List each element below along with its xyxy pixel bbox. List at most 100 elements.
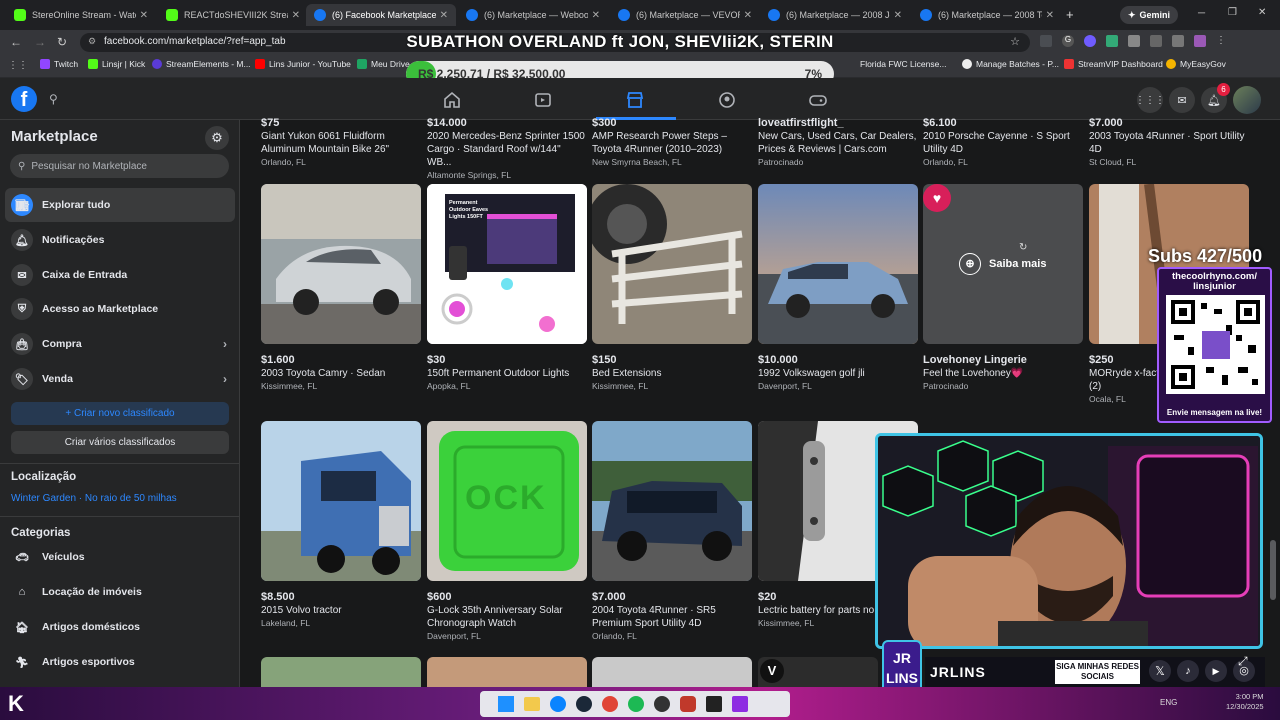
extension-icon[interactable]: [1084, 35, 1096, 47]
back-icon[interactable]: ←: [10, 35, 22, 49]
restore-icon[interactable]: ❐: [1228, 7, 1237, 18]
sponsored-card[interactable]: loveatfirstflight_ New Cars, Used Cars, C…: [758, 116, 918, 168]
bookmark-item[interactable]: Meu Drive: [357, 59, 410, 69]
menu-grid-icon[interactable]: ⋮⋮⋮: [1135, 87, 1165, 113]
listing-image[interactable]: [427, 657, 587, 687]
sidebar-item-notifications[interactable]: 🔔︎ Notificações: [5, 223, 235, 257]
category-home-goods[interactable]: 🏠︎ Artigos domésticos: [5, 610, 235, 644]
bookmark-item[interactable]: StreamElements - M...: [152, 59, 251, 69]
browser-tab[interactable]: StereOnline Stream - Watch l ✕: [6, 4, 156, 26]
sidebar-item-buying[interactable]: 👜︎ Compra ›: [5, 327, 235, 361]
video-icon[interactable]: [533, 90, 553, 110]
listing-image[interactable]: [261, 657, 421, 687]
marketplace-search-input[interactable]: ⚲ Pesquisar no Marketplace: [10, 154, 229, 178]
category-sporting-goods[interactable]: 🏃︎ Artigos esportivos: [5, 645, 235, 679]
browser-tab[interactable]: (6) Marketplace — VEVOR ai ✕: [610, 4, 760, 26]
scrollbar-thumb[interactable]: [1270, 540, 1276, 600]
location-filter-link[interactable]: Winter Garden · No raio de 50 milhas: [11, 493, 177, 504]
settings-gear-icon[interactable]: ⚙: [205, 126, 229, 150]
browser-tab[interactable]: REACTdoSHEVIII2K Stream - ✕: [158, 4, 308, 26]
listing-card[interactable]: $6.100 2010 Porsche Cayenne · S Sport Uti…: [923, 116, 1083, 168]
listing-card[interactable]: $8.500 2015 Volvo tractor Lakeland, FL: [261, 421, 421, 629]
close-icon[interactable]: ✕: [592, 10, 600, 21]
language-indicator[interactable]: ENG: [1160, 698, 1177, 707]
extension-icon[interactable]: [1040, 35, 1052, 47]
sidebar-item-explore[interactable]: 🏬︎ Explorar tudo: [5, 188, 235, 222]
close-icon[interactable]: ✕: [1046, 10, 1054, 21]
menu-dots-icon[interactable]: ⋮: [1216, 35, 1228, 47]
listing-card[interactable]: Permanent Outdoor Eaves Lights 150FT $30…: [427, 184, 587, 392]
home-icon[interactable]: [442, 90, 462, 110]
site-info-icon[interactable]: ⚙: [88, 36, 96, 47]
category-vehicles[interactable]: 🚗︎ Veículos: [5, 540, 235, 574]
category-rentals[interactable]: ⌂ Locação de imóveis: [5, 575, 235, 609]
groups-icon[interactable]: [717, 90, 737, 110]
popout-icon[interactable]: ⤢: [1238, 654, 1248, 669]
bookmark-item[interactable]: Manage Batches - P...: [962, 59, 1059, 69]
steam-icon[interactable]: [576, 696, 592, 712]
browser-tab[interactable]: (6) Marketplace — 2008 Toyo ✕: [912, 4, 1062, 26]
listing-card[interactable]: $150 Bed Extensions Kissimmee, FL: [592, 184, 752, 392]
minimize-icon[interactable]: ─: [1198, 8, 1205, 19]
bookmark-item[interactable]: StreamVIP Dashboard: [1064, 59, 1163, 69]
chrome-icon[interactable]: [602, 696, 618, 712]
gemini-button[interactable]: ✦ Gemini: [1120, 6, 1179, 24]
close-icon[interactable]: ✕: [894, 10, 902, 21]
bookmark-item[interactable]: Linsjr | Kick: [88, 59, 145, 69]
sponsored-card[interactable]: ♥ ↻ ⊕ Saiba mais Lovehoney Lingerie Feel t…: [923, 184, 1083, 392]
listing-card[interactable]: $7.000 2003 Toyota 4Runner · Sport Utilit…: [1089, 116, 1249, 168]
browser-tab[interactable]: (6) Marketplace — 2008 Jeep ✕: [760, 4, 910, 26]
sidebar-item-selling[interactable]: 🏷︎ Venda ›: [5, 362, 235, 396]
edge-icon[interactable]: [550, 696, 566, 712]
google-icon[interactable]: G: [1062, 35, 1074, 47]
extension-icon[interactable]: [1106, 35, 1118, 47]
clock[interactable]: 3:00 PM 12/30/2025: [1226, 692, 1264, 712]
listing-card[interactable]: $300 AMP Research Power Steps – Toyota 4R…: [592, 116, 752, 168]
file-explorer-icon[interactable]: [524, 697, 540, 711]
profile-icon[interactable]: [1194, 35, 1206, 47]
windows-start-icon[interactable]: [498, 696, 514, 712]
app-icon[interactable]: [680, 696, 696, 712]
create-listing-button[interactable]: + Criar novo classificado: [11, 402, 229, 425]
terminal-icon[interactable]: [706, 696, 722, 712]
app-icon[interactable]: [732, 696, 748, 712]
gaming-icon[interactable]: [808, 90, 828, 110]
browser-tab[interactable]: (6) Marketplace — Weboost ✕: [458, 4, 608, 26]
learn-more-button[interactable]: ⊕ Saiba mais: [959, 253, 1046, 275]
new-tab-button[interactable]: +: [1066, 7, 1074, 22]
listing-card[interactable]: $7.000 2004 Toyota 4Runner · SR5 Premium …: [592, 421, 752, 642]
close-icon[interactable]: ✕: [440, 10, 448, 21]
close-icon[interactable]: ✕: [140, 10, 148, 21]
avatar[interactable]: [1233, 86, 1261, 114]
close-icon[interactable]: ✕: [292, 10, 300, 21]
sidebar-item-access[interactable]: ⛨ Acesso ao Marketplace: [5, 292, 235, 326]
create-multiple-listings-button[interactable]: Criar vários classificados: [11, 431, 229, 454]
listing-card[interactable]: $14.000 2020 Mercedes-Benz Sprinter 1500 …: [427, 116, 587, 181]
bookmark-item[interactable]: Twitch: [40, 59, 78, 69]
listing-card[interactable]: $1.600 2003 Toyota Camry · Sedan Kissimmee…: [261, 184, 421, 392]
listing-image[interactable]: [592, 657, 752, 687]
listing-card[interactable]: OCK $600 G-Lock 35th Anniversary Solar Ch…: [427, 421, 587, 642]
close-icon[interactable]: ✕: [744, 10, 752, 21]
listing-image[interactable]: V: [758, 657, 878, 687]
sidebar-item-inbox[interactable]: ✉ Caixa de Entrada: [5, 258, 235, 292]
apps-grid-icon[interactable]: ⋮⋮: [8, 60, 28, 71]
facebook-logo-icon[interactable]: f: [11, 86, 37, 112]
reload-icon[interactable]: ↻: [57, 35, 67, 49]
browser-tab-active[interactable]: (6) Facebook Marketplace | F ✕: [306, 4, 456, 26]
listing-card[interactable]: $10.000 1992 Volkswagen golf jli Davenport…: [758, 184, 918, 392]
bookmark-item[interactable]: MyEasyGov: [1166, 59, 1226, 69]
puzzle-icon[interactable]: [1128, 35, 1140, 47]
bookmark-item[interactable]: Lins Junior - YouTube: [255, 59, 351, 69]
messenger-icon[interactable]: ✉: [1169, 87, 1195, 113]
media-icon[interactable]: [1172, 35, 1184, 47]
listing-card[interactable]: $75 Giant Yukon 6061 Fluidform Aluminum M…: [261, 116, 421, 168]
forward-icon[interactable]: →: [34, 35, 46, 49]
search-icon[interactable]: ⚲: [49, 92, 58, 106]
obs-icon[interactable]: [654, 696, 670, 712]
sidepanel-icon[interactable]: [1150, 35, 1162, 47]
window-close-icon[interactable]: ✕: [1258, 7, 1266, 18]
marketplace-icon[interactable]: [625, 90, 645, 110]
spotify-icon[interactable]: [628, 696, 644, 712]
bookmark-item[interactable]: Florida FWC License...: [860, 59, 946, 69]
